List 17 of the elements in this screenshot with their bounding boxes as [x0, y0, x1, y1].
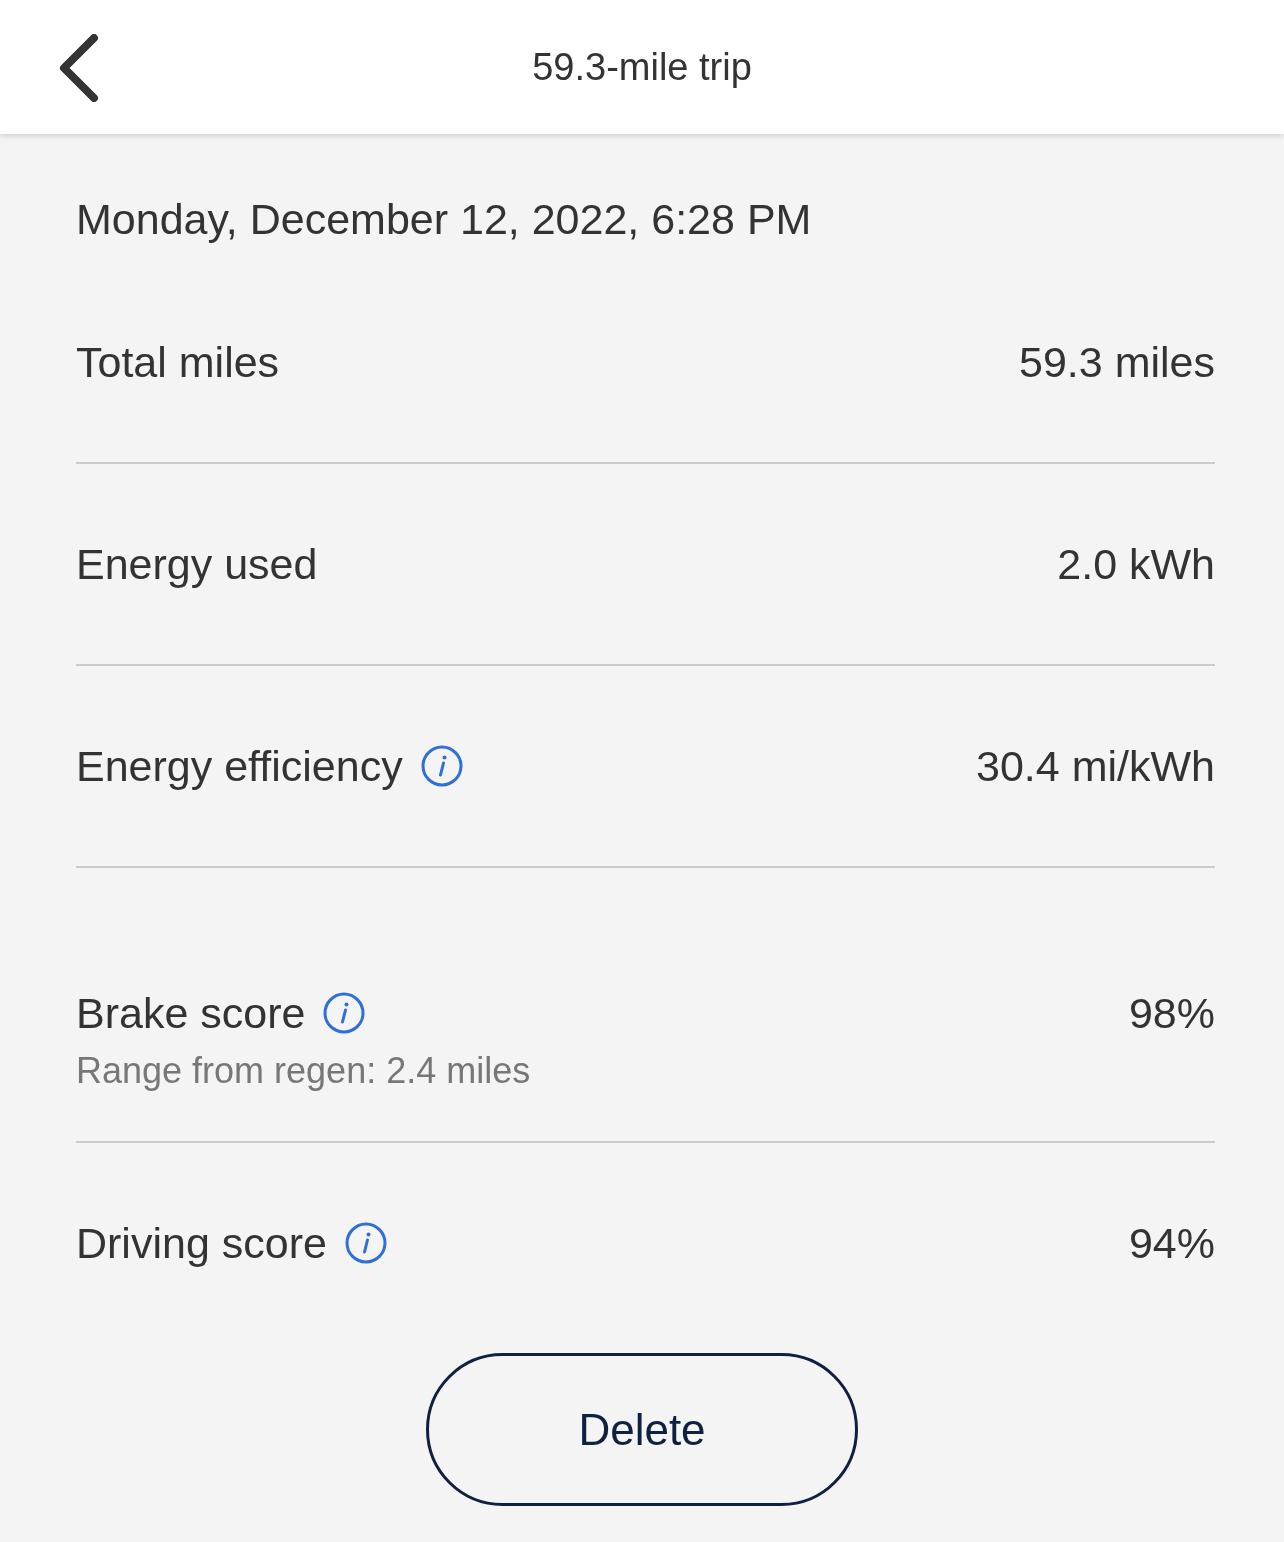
row-sublabel: Range from regen: 2.4 miles [76, 1051, 532, 1091]
info-icon[interactable] [420, 745, 463, 787]
row-value: 98% [1128, 988, 1215, 1038]
row-value: 59.3 miles [1019, 337, 1215, 387]
row-label: Energy used [76, 539, 318, 589]
row-value: 30.4 mi/kWh [976, 741, 1215, 791]
row-label: Total miles [76, 337, 280, 387]
row-value: 94% [1128, 1218, 1215, 1268]
page-title: 59.3-mile trip [532, 44, 752, 90]
row-label: Energy efficiency [76, 741, 403, 791]
delete-button[interactable]: Delete [426, 1353, 858, 1506]
row-value: 2.0 kWh [1057, 539, 1215, 589]
info-icon[interactable] [344, 1222, 387, 1264]
info-icon[interactable] [323, 992, 366, 1034]
trip-date: Monday, December 12, 2022, 6:28 PM [76, 194, 813, 244]
row-label: Brake score [76, 988, 306, 1038]
row-label: Driving score [76, 1218, 327, 1268]
